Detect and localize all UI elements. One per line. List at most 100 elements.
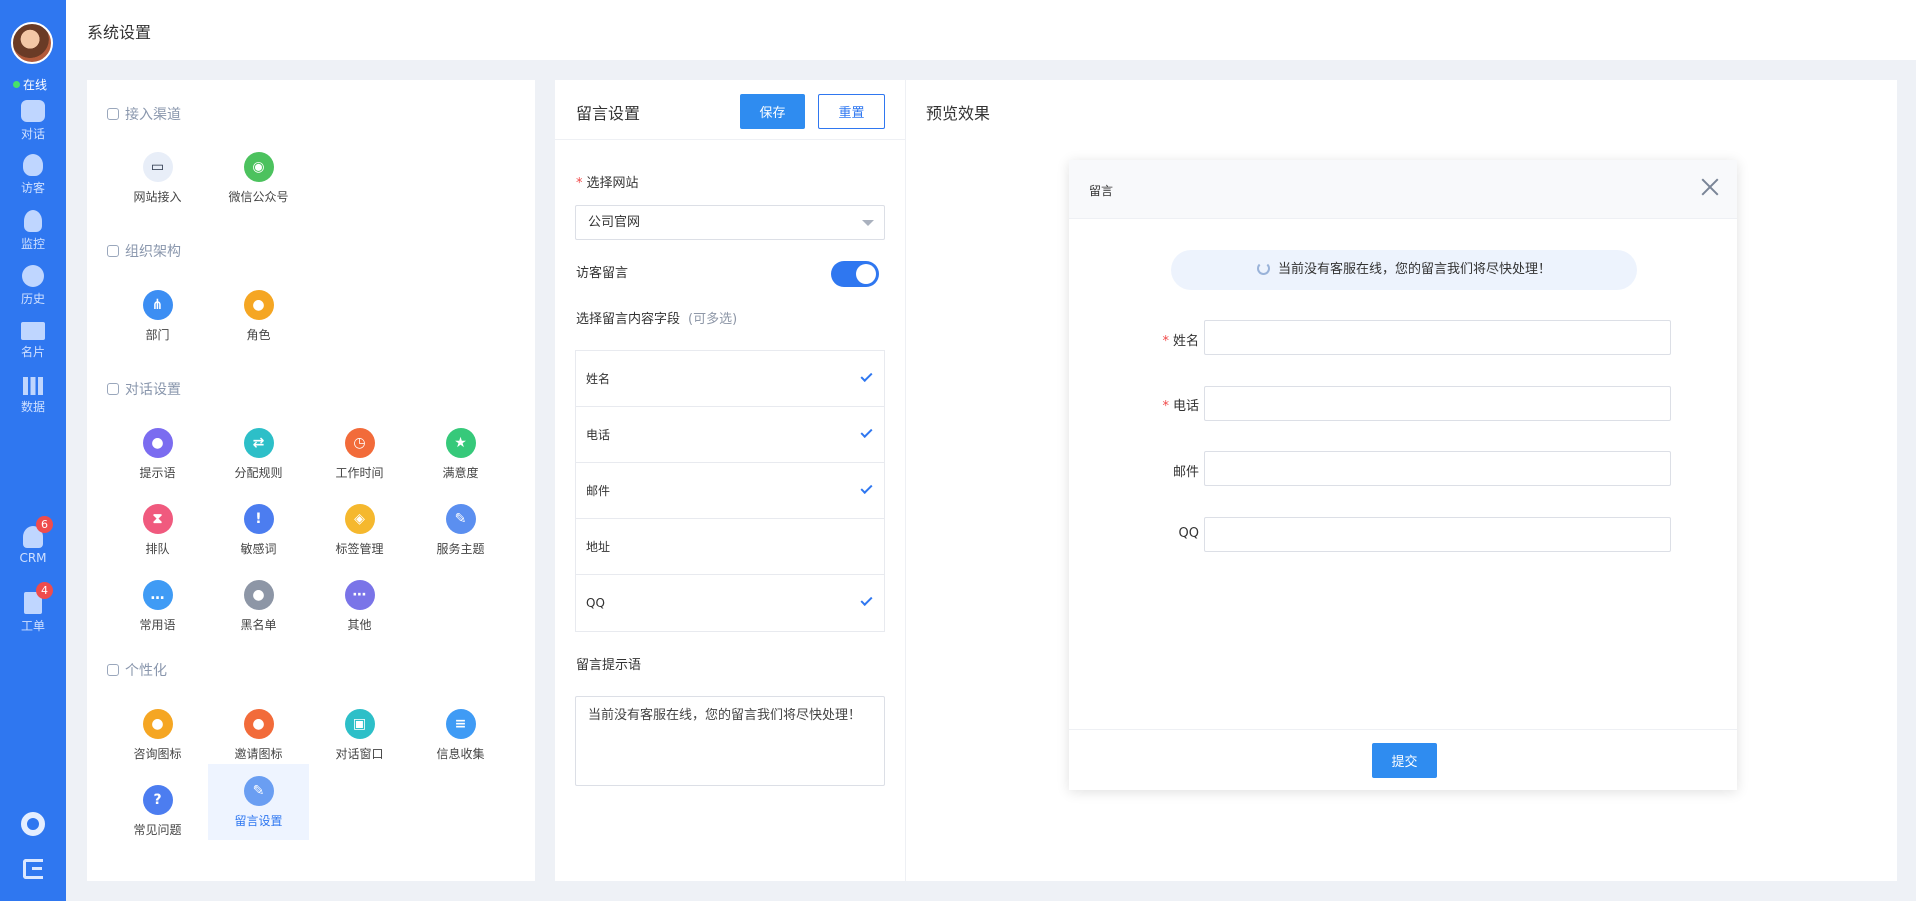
tile-tags[interactable]: ◈ 标签管理 (309, 492, 410, 568)
tile-other[interactable]: ⋯ 其他 (309, 568, 410, 644)
tile-info-collect[interactable]: ≡ 信息收集 (410, 697, 511, 773)
rail-item-monitor[interactable]: 监控 (0, 210, 66, 252)
visitor-message-toggle[interactable] (831, 261, 879, 287)
section-label: 对话设置 (125, 382, 181, 398)
org-icon (107, 245, 119, 257)
visitor-message-label: 访客留言 (576, 266, 629, 281)
section-personal: 个性化 (107, 660, 167, 680)
tag-icon: ◈ (344, 504, 375, 534)
tile-role[interactable]: ● 角色 (208, 278, 309, 354)
site-label-text: 选择网站 (586, 176, 639, 191)
tile-dept[interactable]: ⋔ 部门 (107, 278, 208, 354)
tile-consult-icon[interactable]: ● 咨询图标 (107, 697, 208, 773)
headset-icon: ● (142, 709, 173, 739)
preview-label-name: * 姓名 (1139, 330, 1199, 349)
tile-label: 满意度 (442, 466, 479, 480)
fields-label: 选择留言内容字段 (可多选) (576, 308, 737, 327)
logout-icon[interactable] (23, 859, 43, 879)
rail-item-history[interactable]: 历史 (0, 265, 66, 307)
page-title: 系统设置 (87, 23, 152, 42)
field-option-name[interactable]: 姓名 (576, 351, 884, 407)
section-label: 接入渠道 (125, 107, 181, 123)
card-icon (21, 322, 45, 340)
chat-icon (21, 100, 45, 122)
required-mark: * (1162, 334, 1169, 349)
panel-title: 留言设置 (576, 104, 641, 123)
rail-label: 历史 (20, 292, 45, 306)
tile-queue[interactable]: ⧗ 排队 (107, 492, 208, 568)
modal-title: 留言 (1089, 184, 1114, 198)
preview-phone-input[interactable] (1204, 386, 1671, 421)
more-icon: ⋯ (344, 580, 375, 610)
preview-modal: 留言 当前没有客服在线，您的留言我们将尽快处理！ * 姓名 * 电话 邮件 QQ 提… (1069, 160, 1737, 790)
crm-badge: 6 (36, 516, 53, 533)
rail-item-data[interactable]: 数据 (0, 377, 66, 415)
tile-invite-icon[interactable]: ● 邀请图标 (208, 697, 309, 773)
wechat-icon: ◉ (243, 152, 274, 182)
required-mark: * (1162, 399, 1169, 414)
tile-label: 排队 (145, 542, 170, 556)
checkmark-icon (860, 425, 873, 439)
section-access: 接入渠道 (107, 104, 181, 124)
rail-item-tickets[interactable]: 4 工单 (0, 582, 66, 634)
tile-sensitive[interactable]: ! 敏感词 (208, 492, 309, 568)
avatar[interactable] (11, 22, 53, 64)
tile-satisfaction[interactable]: ★ 满意度 (410, 416, 511, 492)
rail-label: 访客 (20, 181, 45, 195)
reset-button[interactable]: 重置 (818, 94, 885, 129)
preview-label-qq: QQ (1178, 526, 1199, 541)
save-button[interactable]: 保存 (740, 94, 805, 129)
rail-item-crm[interactable]: 6 CRM (0, 516, 66, 565)
tile-web[interactable]: ▭ 网站接入 (107, 140, 208, 216)
online-status[interactable]: 在线 (13, 76, 47, 93)
hierarchy-icon: ⋔ (142, 290, 173, 320)
tile-message-settings[interactable]: ✎ 留言设置 (208, 764, 309, 840)
field-option-email[interactable]: 邮件 (576, 463, 884, 519)
tile-label: 信息收集 (436, 747, 485, 761)
fields-label-text: 选择留言内容字段 (576, 312, 681, 327)
ticket-badge: 4 (36, 582, 53, 599)
tile-label: 邀请图标 (234, 747, 283, 761)
tile-wechat[interactable]: ◉ 微信公众号 (208, 140, 309, 216)
gear-icon[interactable] (21, 812, 45, 836)
field-option-qq[interactable]: QQ (576, 575, 884, 631)
site-select[interactable]: 公司官网 (575, 205, 885, 240)
tile-blacklist[interactable]: ● 黑名单 (208, 568, 309, 644)
palette-icon (107, 664, 119, 676)
preview-qq-input[interactable] (1204, 517, 1671, 552)
rail-item-chat[interactable]: 对话 (0, 100, 66, 142)
submit-button[interactable]: 提交 (1372, 743, 1437, 778)
modal-footer: 提交 (1069, 729, 1737, 790)
tile-label: 常见问题 (133, 823, 182, 837)
checkmark-icon (860, 481, 873, 495)
status-dot (13, 81, 20, 88)
field-option-address[interactable]: 地址 (576, 519, 884, 575)
preview-name-input[interactable] (1204, 320, 1671, 355)
checkmark-icon (860, 369, 873, 383)
preview-email-input[interactable] (1204, 451, 1671, 486)
tile-chat-window[interactable]: ▣ 对话窗口 (309, 697, 410, 773)
tile-tips[interactable]: ● 提示语 (107, 416, 208, 492)
pencil-icon: ✎ (445, 504, 476, 534)
tile-label: 常用语 (139, 618, 176, 632)
rail-item-cards[interactable]: 名片 (0, 322, 66, 360)
bulb-icon: ● (142, 428, 173, 458)
message-icon: … (142, 580, 173, 610)
tile-theme[interactable]: ✎ 服务主题 (410, 492, 511, 568)
loading-icon (1256, 262, 1270, 275)
tile-label: 咨询图标 (133, 747, 182, 761)
tile-assign[interactable]: ⇄ 分配规则 (208, 416, 309, 492)
prompt-textarea[interactable]: 当前没有客服在线，您的留言我们将尽快处理！ (575, 696, 885, 786)
tile-faq[interactable]: ? 常见问题 (107, 773, 208, 849)
tile-phrases[interactable]: … 常用语 (107, 568, 208, 644)
checkmark-icon (860, 593, 873, 607)
tile-label: 提示语 (139, 466, 176, 480)
star-icon: ★ (445, 428, 476, 458)
edit-icon: ✎ (243, 776, 274, 806)
tile-worktime[interactable]: ◷ 工作时间 (309, 416, 410, 492)
close-icon[interactable] (1701, 178, 1719, 196)
preview-label-text: 姓名 (1172, 334, 1199, 349)
rail-item-visitors[interactable]: 访客 (0, 154, 66, 196)
modal-header: 留言 (1069, 160, 1737, 219)
field-option-phone[interactable]: 电话 (576, 407, 884, 463)
